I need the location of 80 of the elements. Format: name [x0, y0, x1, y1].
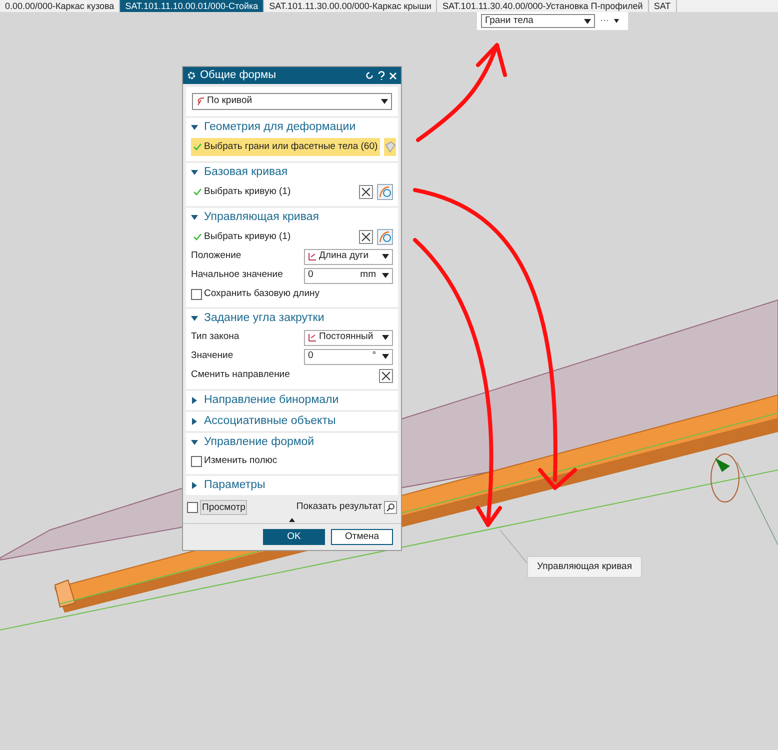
rotation-handle-drawing[interactable]	[710, 454, 740, 502]
close-icon[interactable]	[389, 72, 397, 80]
section-header[interactable]: Направление бинормали	[191, 393, 393, 408]
dropdown[interactable]: Постоянный	[304, 330, 393, 346]
collapse-arrow-icon[interactable]	[289, 518, 295, 522]
curve-icon	[196, 97, 205, 106]
caret-icon	[382, 273, 389, 278]
collapsed-arrow-icon	[191, 482, 198, 489]
law-icon	[308, 252, 317, 261]
section-header[interactable]: Базовая кривая	[191, 165, 393, 180]
leader-line	[500, 530, 528, 564]
caret-icon	[614, 19, 619, 23]
section-header[interactable]: Задание угла закрутки	[191, 311, 393, 326]
caret-icon	[382, 335, 389, 340]
expanded-arrow-icon	[191, 439, 198, 446]
reverse-direction-button[interactable]	[359, 185, 373, 199]
selection-row[interactable]: Выбрать кривую (1)	[191, 228, 355, 246]
caret-icon	[382, 354, 389, 359]
expanded-arrow-icon	[191, 214, 198, 221]
expanded-arrow-icon	[191, 315, 198, 322]
gear-icon	[187, 71, 196, 80]
checkbox[interactable]	[191, 288, 202, 300]
check-icon	[193, 188, 202, 196]
law-icon	[308, 333, 317, 342]
expanded-arrow-icon	[191, 169, 198, 176]
check-icon	[193, 233, 202, 241]
cross-icon	[381, 370, 391, 380]
face-select-button[interactable]	[384, 138, 396, 156]
preview-button[interactable]: Просмотр	[200, 500, 248, 514]
caret-icon	[381, 99, 388, 104]
expanded-arrow-icon	[191, 124, 198, 131]
show-result-button[interactable]	[384, 500, 397, 514]
selection-row[interactable]: Выбрать грани или фасетные тела (60)	[191, 138, 380, 156]
check-icon	[193, 143, 202, 151]
curve-icon	[378, 186, 392, 198]
checkbox-label: Сохранить базовую длину	[204, 286, 320, 301]
dropdown[interactable]: Длина дуги	[304, 248, 393, 264]
selection-label: Выбрать грани или фасетные тела (60)	[204, 140, 378, 154]
selection-label: Выбрать кривую (1)	[204, 230, 291, 244]
section-header[interactable]: Геометрия для деформации	[191, 120, 393, 135]
search-icon	[386, 502, 395, 512]
faces-icon	[384, 141, 396, 153]
cross-icon	[361, 232, 371, 242]
document-tab[interactable]: SAT.101.11.10.00.01/000-Стойка	[120, 0, 264, 12]
unit-label: mm	[359, 268, 377, 282]
selection-row[interactable]: Выбрать кривую (1)	[191, 183, 355, 201]
show-result-label: Показать результат	[295, 500, 382, 514]
selection-label: Выбрать кривую (1)	[204, 184, 291, 199]
unit-label: °	[371, 349, 377, 364]
cancel-button[interactable]: Отмена	[331, 529, 393, 545]
collapsed-arrow-icon	[191, 418, 198, 425]
dialog-title: Общие формы	[200, 68, 277, 84]
collapsed-arrow-icon	[191, 397, 198, 404]
reverse-direction-button[interactable]	[379, 368, 393, 382]
cross-icon	[361, 187, 371, 197]
field-label: Сменить направление	[191, 368, 291, 382]
type-dropdown[interactable]: По кривой	[192, 93, 392, 110]
section-header[interactable]: Ассоциативные объекты	[191, 414, 393, 429]
section-header[interactable]: Управляющая кривая	[191, 210, 393, 225]
curve-icon	[378, 231, 392, 243]
more-button[interactable]: ···	[599, 14, 610, 28]
reset-icon[interactable]	[365, 71, 374, 80]
selection-filter-dropdown[interactable]: Грани тела	[481, 14, 595, 28]
checkbox-label: Изменить полюс	[204, 454, 278, 468]
checkbox[interactable]	[187, 502, 198, 512]
ok-button[interactable]: OK	[263, 529, 325, 545]
section-header[interactable]: Управление формой	[191, 435, 393, 450]
field-label: Начальное значение	[191, 268, 284, 282]
number-field[interactable]: 0 °	[304, 348, 393, 364]
number-field[interactable]: 0 mm	[304, 268, 393, 284]
field-label: Значение	[191, 349, 234, 364]
field-label: Положение	[191, 249, 242, 264]
section-header[interactable]: Параметры	[191, 478, 393, 493]
caret-icon	[382, 254, 389, 259]
callout-label: Управляющая кривая	[527, 556, 642, 578]
checkbox[interactable]	[191, 456, 202, 466]
help-icon[interactable]	[378, 71, 385, 80]
reverse-direction-button[interactable]	[359, 230, 373, 244]
field-label: Тип закона	[191, 330, 240, 344]
caret-icon	[584, 18, 591, 24]
